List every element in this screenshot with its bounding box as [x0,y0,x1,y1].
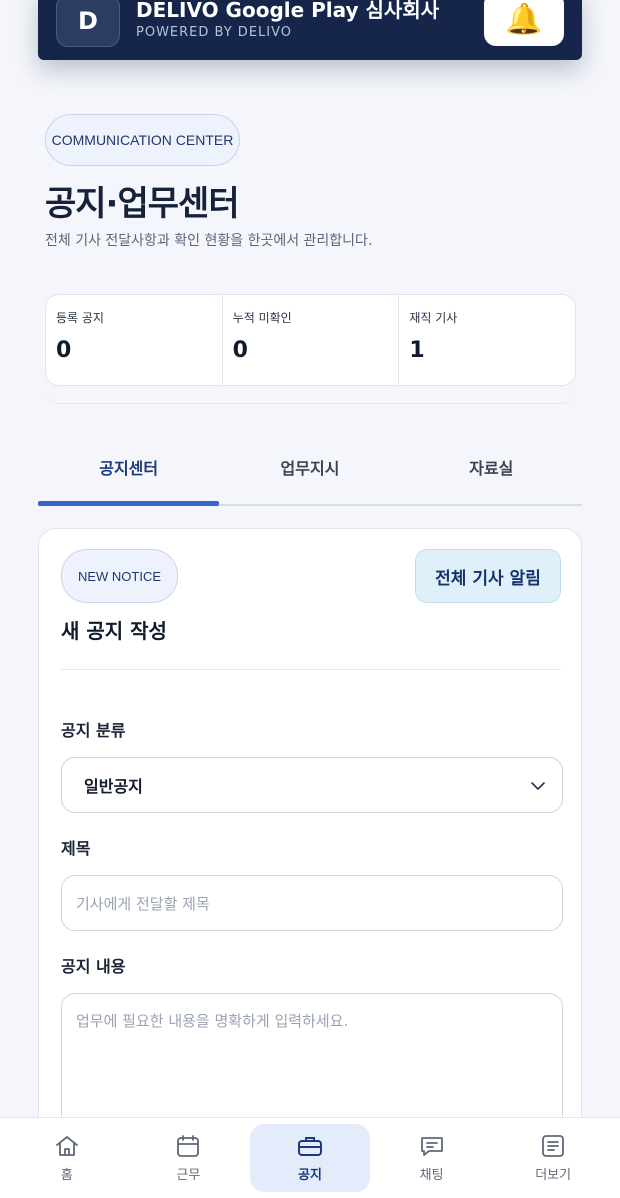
category-value: 일반공지 [84,777,143,796]
nav-work[interactable]: 근무 [128,1124,248,1192]
tab-work-orders[interactable]: 업무지시 [219,430,400,504]
communication-center-badge: COMMUNICATION CENTER [45,114,240,166]
chevron-down-icon [531,782,545,790]
all-drivers-alert-button[interactable]: 전체 기사 알림 [415,549,561,603]
page-description: 전체 기사 전달사항과 확인 현황을 한곳에서 관리합니다. [45,233,373,249]
bell-icon: 🔔 [505,1,543,37]
stats-underline [45,388,576,404]
tab-notice-center[interactable]: 공지센터 [38,430,220,506]
document-icon [542,1134,565,1157]
stat-label: 등록 공지 [56,311,104,325]
calendar-icon [177,1134,200,1157]
page-title: 공지·업무센터 [45,184,240,224]
nav-label: 더보기 [535,1167,572,1183]
tab-resources[interactable]: 자료실 [401,430,582,504]
nav-more[interactable]: 더보기 [493,1124,613,1192]
home-icon [55,1135,78,1156]
subject-placeholder: 기사에게 전달할 제목 [76,894,210,913]
app-logo: D [56,0,120,47]
stat-registered-notices: 등록 공지 0 [46,295,223,385]
stat-label: 재직 기사 [409,311,458,325]
nav-label: 근무 [176,1167,201,1183]
banner-text: DELIVO Google Play 심사회사 POWERED BY DELIV… [136,0,439,40]
nav-home[interactable]: 홈 [7,1124,127,1192]
stats-panel: 등록 공지 0 누적 미확인 0 재직 기사 1 [45,294,576,386]
content-label: 공지 내용 [61,957,126,976]
nav-label: 채팅 [419,1167,444,1183]
notification-bell-button[interactable]: 🔔 [484,0,564,46]
bottom-navigation: 홈 근무 공지 채팅 더보기 [0,1117,620,1198]
category-select[interactable]: 일반공지 [61,757,563,813]
nav-label: 공지 [298,1167,322,1183]
category-label: 공지 분류 [61,721,126,740]
stat-value: 1 [409,338,425,363]
new-notice-badge: NEW NOTICE [61,549,178,603]
briefcase-icon [297,1136,322,1156]
banner-title: DELIVO Google Play 심사회사 [136,0,440,22]
chat-icon [420,1136,443,1156]
stat-value: 0 [56,338,72,363]
divider [61,669,561,670]
form-title: 새 공지 작성 [61,619,167,643]
stat-active-drivers: 재직 기사 1 [399,295,575,385]
new-notice-card: NEW NOTICE 전체 기사 알림 새 공지 작성 공지 분류 일반공지 제… [38,528,582,1153]
section-tabs: 공지센터 업무지시 자료실 [38,430,582,506]
nav-chat[interactable]: 채팅 [372,1124,492,1192]
content-placeholder: 업무에 필요한 내용을 명확하게 입력하세요. [76,1012,349,1030]
nav-notice[interactable]: 공지 [249,1124,370,1192]
nav-label: 홈 [60,1167,73,1183]
stat-value: 0 [232,338,248,363]
stat-unconfirmed: 누적 미확인 0 [223,295,400,385]
subject-input[interactable]: 기사에게 전달할 제목 [61,875,563,931]
subject-label: 제목 [61,839,91,858]
app-header-banner: D DELIVO Google Play 심사회사 POWERED BY DEL… [38,0,582,60]
stat-label: 누적 미확인 [232,311,292,325]
banner-subtitle: POWERED BY DELIVO [136,25,293,40]
